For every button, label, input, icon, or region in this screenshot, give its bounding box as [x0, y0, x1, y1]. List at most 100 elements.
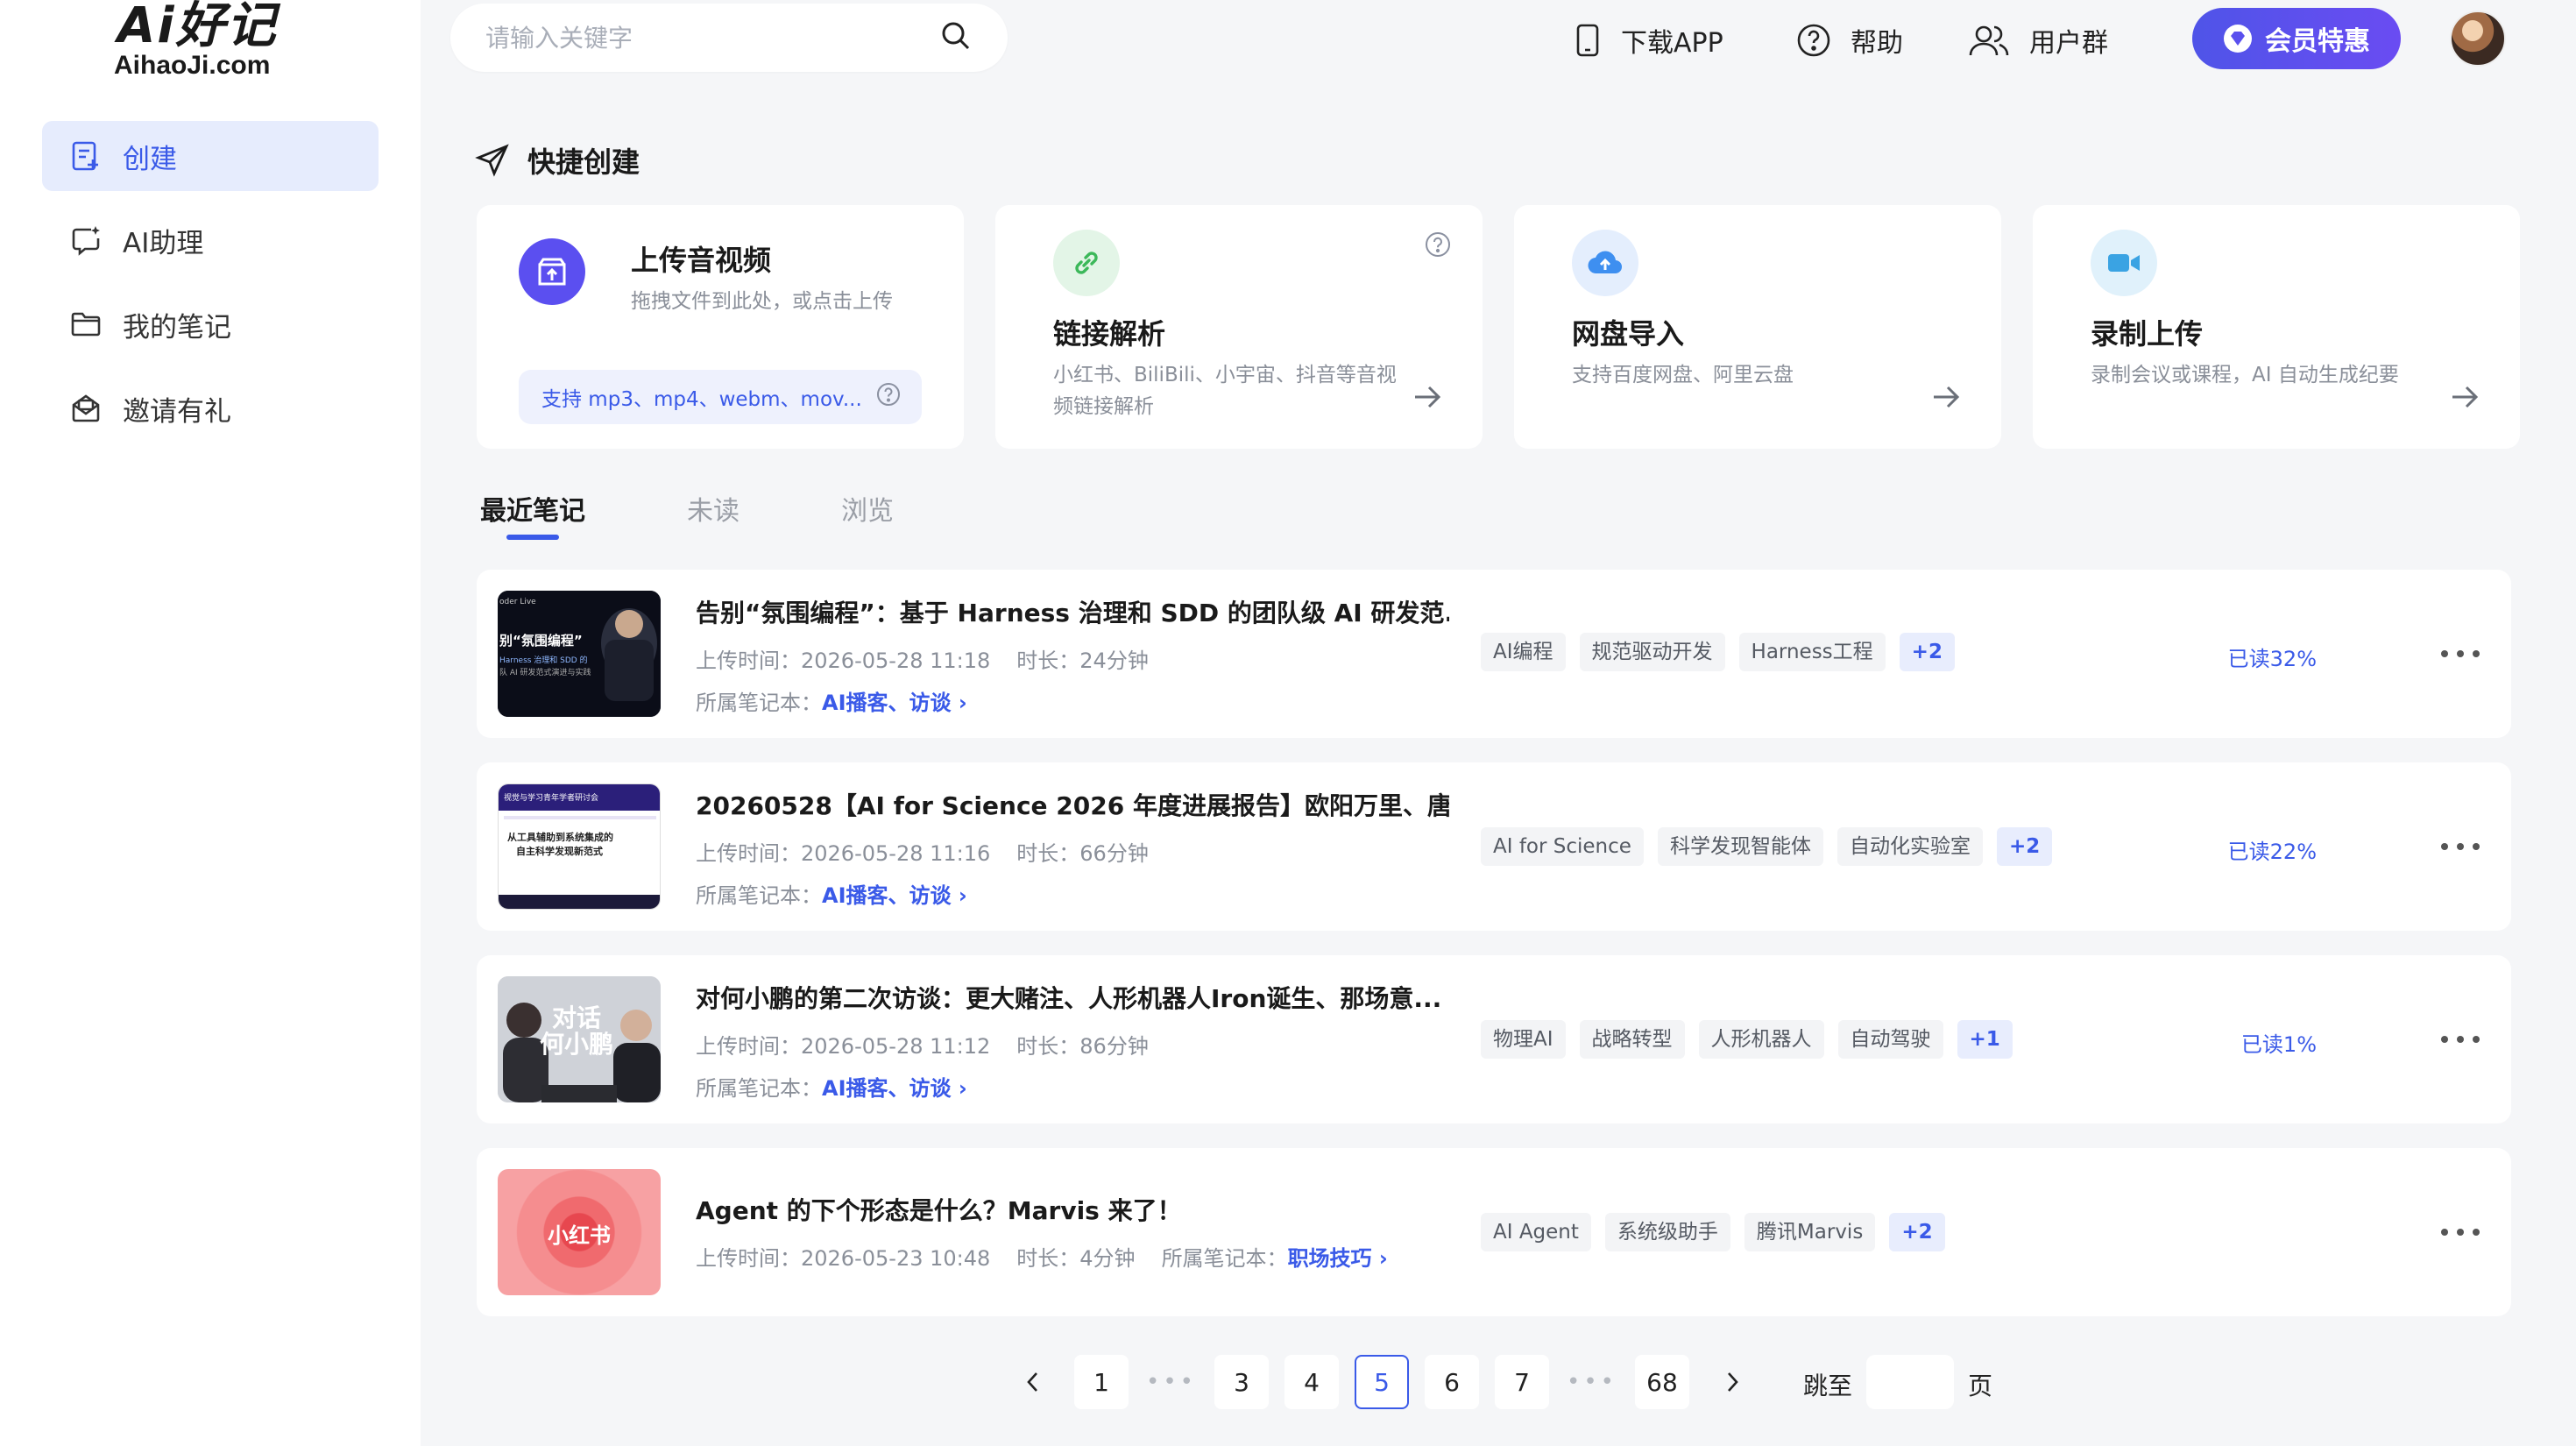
more-tags-badge[interactable]: +1	[1957, 1020, 2013, 1059]
notebook-link[interactable]: 职场技巧	[1288, 1246, 1372, 1271]
duration: 86分钟	[1079, 1034, 1149, 1059]
tag[interactable]: 腾讯Marvis	[1744, 1213, 1876, 1251]
notebook-link[interactable]: AI播客、访谈	[822, 691, 952, 715]
more-tags-badge[interactable]: +2	[1996, 827, 2053, 866]
upload-time: 2026-05-28 11:12	[801, 1034, 991, 1059]
note-notebook: 所属笔记本：AI播客、访谈 ›	[696, 685, 967, 716]
note-row[interactable]: 对话 何小鹏 对何小鹏的第二次访谈：更大赌注、人形机器人Iron诞生、那场意..…	[477, 955, 2511, 1123]
note-row[interactable]: 小红书 Agent 的下个形态是什么？Marvis 来了！ 上传时间：2026-…	[477, 1148, 2511, 1316]
question-icon[interactable]	[876, 382, 901, 412]
pagination-ellipsis[interactable]: •••	[1565, 1355, 1619, 1409]
arrow-right-icon	[2450, 384, 2480, 414]
vip-offer-button[interactable]: 会员特惠	[2192, 8, 2401, 69]
question-icon[interactable]	[1425, 231, 1451, 261]
link-icon	[1053, 230, 1120, 296]
link-parse-desc-line1: 小红书、BiliBili、小宇宙、抖音等音视	[1053, 364, 1397, 386]
tag[interactable]: 自动驾驶	[1837, 1020, 1943, 1059]
note-notebook: 所属笔记本：AI播客、访谈 ›	[696, 878, 967, 909]
note-meta: 上传时间：2026-05-23 10:48 时长：4分钟 所属笔记本：职场技巧 ›	[696, 1241, 1388, 1272]
upload-media-card[interactable]: 上传音视频 拖拽文件到此处，或点击上传 支持 mp3、mp4、webm、mov.…	[477, 205, 964, 449]
link-parse-card[interactable]: 链接解析 小红书、BiliBili、小宇宙、抖音等音视 频链接解析	[995, 205, 1483, 449]
page-button[interactable]: 6	[1425, 1355, 1479, 1409]
link-parse-desc-line2: 频链接解析	[1053, 395, 1154, 418]
page-button[interactable]: 7	[1495, 1355, 1549, 1409]
upload-time: 2026-05-28 11:16	[801, 841, 991, 866]
thumb-text: 队 AI 研发范式演进与实践	[499, 669, 591, 677]
page-button-current[interactable]: 5	[1355, 1355, 1409, 1409]
tag[interactable]: 人形机器人	[1698, 1020, 1824, 1059]
ai-chat-icon	[68, 223, 103, 258]
tag[interactable]: AI编程	[1481, 633, 1566, 671]
tag[interactable]: 规范驱动开发	[1579, 633, 1725, 671]
more-options-icon[interactable]	[2441, 650, 2480, 657]
download-app-link[interactable]: 下载APP	[1574, 21, 1723, 60]
page-button[interactable]: 1	[1074, 1355, 1129, 1409]
thumb-text: 何小鹏	[540, 1030, 614, 1059]
search-icon[interactable]	[939, 19, 973, 56]
tag[interactable]: 物理AI	[1481, 1020, 1566, 1059]
cloud-upload-icon	[1572, 230, 1638, 296]
sidebar-item-create[interactable]: 创建	[42, 121, 379, 191]
logo[interactable]: Ai好记 AihaoJi.com	[114, 0, 289, 81]
upload-time-label: 上传时间：	[696, 841, 801, 866]
help-link[interactable]: 帮助	[1796, 21, 1903, 60]
sidebar-item-invite[interactable]: 邀请有礼	[42, 373, 379, 443]
search-input[interactable]	[485, 23, 939, 53]
tab-recent[interactable]: 最近笔记	[480, 489, 585, 540]
note-title: 20260528【AI for Science 2026 年度进展报告】欧阳万里…	[696, 791, 1449, 820]
more-options-icon[interactable]	[2441, 1036, 2480, 1043]
tag[interactable]: 自动化实验室	[1836, 827, 1983, 866]
notebook-label: 所属笔记本：	[696, 691, 822, 715]
supported-formats-text: 支持 mp3、mp4、webm、mov...	[541, 388, 862, 411]
more-options-icon[interactable]	[2441, 1229, 2480, 1236]
cloud-import-title: 网盘导入	[1572, 317, 1685, 351]
tag[interactable]: 战略转型	[1579, 1020, 1685, 1059]
sidebar-item-ai-assistant[interactable]: AI助理	[42, 205, 379, 275]
jump-page-input[interactable]	[1866, 1355, 1954, 1409]
tab-unread[interactable]: 未读	[687, 489, 740, 528]
tab-browsed[interactable]: 浏览	[841, 489, 894, 528]
more-options-icon[interactable]	[2441, 843, 2480, 850]
page-button[interactable]: 68	[1635, 1355, 1689, 1409]
duration: 66分钟	[1079, 841, 1149, 866]
sidebar-nav: 创建 AI助理 我的笔记 邀请有礼	[42, 121, 379, 457]
page-button[interactable]: 3	[1214, 1355, 1269, 1409]
record-upload-title: 录制上传	[2091, 317, 2204, 351]
thumb-text: Harness 治理和 SDD 的	[499, 656, 588, 665]
duration: 24分钟	[1079, 649, 1149, 673]
record-upload-card[interactable]: 录制上传 录制会议或课程，AI 自动生成纪要	[2033, 205, 2520, 449]
more-tags-badge[interactable]: +2	[1899, 633, 1955, 671]
tag[interactable]: Harness工程	[1738, 633, 1886, 671]
note-title: Agent 的下个形态是什么？Marvis 来了！	[696, 1196, 1182, 1225]
page-button[interactable]: 4	[1284, 1355, 1339, 1409]
notebook-link[interactable]: AI播客、访谈	[822, 883, 952, 908]
tag[interactable]: AI for Science	[1481, 827, 1644, 866]
video-camera-icon	[2091, 230, 2157, 296]
avatar[interactable]	[2450, 11, 2506, 67]
more-tags-badge[interactable]: +2	[1889, 1213, 1945, 1251]
thumb-text: 自主科学发现新范式	[516, 846, 603, 857]
upload-media-desc: 拖拽文件到此处，或点击上传	[631, 290, 893, 313]
next-page-button[interactable]	[1705, 1355, 1759, 1409]
note-row[interactable]: oder Live 别“氛围编程” Harness 治理和 SDD 的 队 AI…	[477, 570, 2511, 738]
prev-page-button[interactable]	[1006, 1355, 1060, 1409]
note-meta: 上传时间：2026-05-28 11:16 时长：66分钟	[696, 836, 1149, 867]
notebook-link[interactable]: AI播客、访谈	[822, 1076, 952, 1101]
sidebar-item-my-notes[interactable]: 我的笔记	[42, 289, 379, 359]
note-row[interactable]: 视觉与学习青年学者研讨会 从工具辅助到系统集成的 自主科学发现新范式 20260…	[477, 762, 2511, 931]
note-notebook: 所属笔记本：AI播客、访谈 ›	[696, 1071, 967, 1102]
arrow-right-icon	[1931, 384, 1961, 414]
tag[interactable]: AI Agent	[1481, 1213, 1591, 1251]
tag[interactable]: 科学发现智能体	[1657, 827, 1823, 866]
vip-offer-label: 会员特惠	[2265, 26, 2370, 57]
pagination-ellipsis[interactable]: •••	[1144, 1355, 1199, 1409]
help-label: 帮助	[1851, 28, 1903, 59]
cloud-import-card[interactable]: 网盘导入 支持百度网盘、阿里云盘	[1514, 205, 2001, 449]
jump-to-label: 跳至	[1803, 1372, 1853, 1400]
link-parse-title: 链接解析	[1053, 317, 1166, 351]
tag[interactable]: 系统级助手	[1604, 1213, 1730, 1251]
note-meta: 上传时间：2026-05-28 11:12 时长：86分钟	[696, 1029, 1149, 1060]
read-progress: 已读1%	[2240, 1032, 2317, 1057]
upload-time: 2026-05-28 11:18	[801, 649, 991, 673]
user-group-link[interactable]: 用户群	[1968, 21, 2108, 60]
